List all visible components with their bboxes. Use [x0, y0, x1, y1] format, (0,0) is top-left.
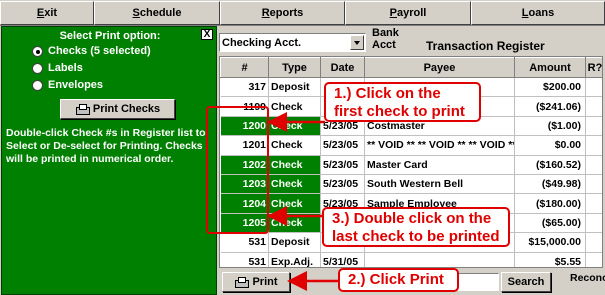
date-cell: 5/23/05 — [320, 155, 365, 175]
amount-cell: ($241.06) — [514, 96, 586, 117]
menu-schedule[interactable]: Schedule — [94, 1, 220, 25]
type-cell: Check — [268, 155, 321, 175]
payee-cell — [364, 252, 515, 267]
check-number-cell[interactable]: 531 — [220, 232, 269, 253]
reconciled-cell — [585, 174, 602, 195]
date-cell: 5/23/05 — [320, 135, 365, 156]
print-options-panel: X Select Print option: Checks (5 selecte… — [1, 26, 217, 295]
reconciled-cell — [585, 96, 602, 117]
payee-cell: South Western Bell — [364, 174, 515, 195]
printer-icon — [234, 277, 250, 288]
register-row[interactable]: 531 Exp.Adj. 5/31/05 $5.55 — [220, 252, 602, 267]
menu-schedule-label: Schedule — [132, 7, 182, 19]
bank-acct-label-line2: Acct — [372, 39, 396, 51]
print-options-title: Select Print option: — [59, 30, 161, 42]
menu-exit-label: Exit — [36, 7, 58, 19]
reconciled-cell — [585, 213, 602, 234]
selected-checks-highlight — [206, 106, 269, 234]
option-checks-label: Checks (5 selected) — [48, 45, 151, 57]
printer-icon — [75, 104, 90, 115]
menu-exit[interactable]: Exit — [0, 1, 94, 25]
radio-checks[interactable] — [32, 45, 43, 57]
callout-step2: 2.) Click Print — [338, 268, 459, 292]
search-button[interactable]: Search — [501, 272, 551, 292]
col-header-date[interactable]: Date — [320, 57, 365, 78]
amount-cell: ($1.00) — [514, 116, 586, 137]
account-select-value: Checking Acct. — [222, 36, 302, 49]
menu-bar: Exit Schedule Reports Payroll Loans — [0, 0, 605, 26]
reconciled-cell — [585, 116, 602, 137]
option-envelopes[interactable]: Envelopes — [32, 79, 103, 91]
date-cell: 5/31/05 — [320, 252, 365, 267]
register-title: Transaction Register — [426, 39, 545, 53]
option-checks[interactable]: Checks (5 selected) — [32, 45, 151, 57]
check-number-cell[interactable]: 317 — [220, 77, 269, 98]
amount-cell: $200.00 — [514, 77, 586, 98]
search-button-label: Search — [507, 276, 545, 288]
reconciled-cell — [585, 252, 602, 267]
option-labels-label: Labels — [48, 62, 83, 74]
reconcile-label: Reconc — [570, 272, 605, 284]
col-header-amount[interactable]: Amount — [514, 57, 586, 78]
date-cell: 5/23/05 — [320, 174, 365, 195]
type-cell: Exp.Adj. — [268, 252, 321, 267]
col-header-payee[interactable]: Payee — [364, 57, 515, 78]
amount-cell: ($160.52) — [514, 155, 586, 175]
menu-payroll[interactable]: Payroll — [345, 1, 471, 25]
search-input[interactable] — [455, 273, 499, 291]
menu-loans-label: Loans — [521, 7, 555, 19]
type-cell: Deposit — [268, 77, 321, 98]
type-cell: Check — [268, 213, 321, 234]
reconciled-cell — [585, 193, 602, 214]
register-row[interactable]: 1203 Check 5/23/05 South Western Bell ($49.9… — [220, 174, 602, 195]
check-number-cell[interactable]: 531 — [220, 252, 269, 267]
register-row[interactable]: 1202 Check 5/23/05 Master Card ($160.52) — [220, 155, 602, 175]
menu-reports-label: Reports — [261, 7, 304, 19]
option-envelopes-label: Envelopes — [48, 79, 104, 91]
col-header-reconciled[interactable]: R? — [585, 57, 602, 78]
menu-loans[interactable]: Loans — [471, 1, 605, 25]
type-cell: Check — [268, 96, 321, 117]
callout-step3: 3.) Double click on the last check to be… — [322, 207, 510, 247]
chevron-down-icon[interactable] — [350, 35, 364, 50]
menu-reports[interactable]: Reports — [220, 1, 345, 25]
amount-cell: $5.55 — [514, 252, 586, 267]
payee-cell: ** VOID ** ** VOID ** ** VOID ** — [364, 135, 515, 156]
bank-acct-label-line1: Bank — [372, 27, 399, 39]
type-cell: Check — [268, 116, 321, 137]
account-select[interactable]: Checking Acct. — [219, 33, 366, 52]
type-cell: Check — [268, 193, 321, 214]
print-help-text: Double-click Check #s in Register list t… — [6, 127, 206, 165]
col-header-type[interactable]: Type — [268, 57, 321, 78]
reconciled-cell — [585, 155, 602, 175]
menu-payroll-label: Payroll — [389, 7, 427, 19]
type-cell: Check — [268, 135, 321, 156]
register-row[interactable]: 1201 Check 5/23/05 ** VOID ** ** VOID ** **… — [220, 135, 602, 156]
bank-acct-label: Bank Acct — [372, 27, 399, 51]
radio-envelopes[interactable] — [32, 79, 43, 91]
print-button[interactable]: Print — [222, 272, 290, 292]
col-header-num[interactable]: # — [220, 57, 269, 78]
option-labels[interactable]: Labels — [32, 62, 83, 74]
amount-cell: ($49.98) — [514, 174, 586, 195]
reconciled-cell — [585, 232, 602, 253]
callout-step1: 1.) Click on the first check to print — [324, 82, 481, 122]
register-header-row: # Type Date Payee Amount R? — [220, 57, 602, 78]
amount-cell: $0.00 — [514, 135, 586, 156]
amount-cell: $15,000.00 — [514, 232, 586, 253]
amount-cell: ($180.00) — [514, 193, 586, 214]
reconciled-cell — [585, 77, 602, 98]
payee-cell: Master Card — [364, 155, 515, 175]
type-cell: Deposit — [268, 232, 321, 253]
print-checks-label: Print Checks — [92, 103, 161, 115]
print-button-label: Print — [252, 276, 278, 288]
radio-labels[interactable] — [32, 62, 43, 74]
amount-cell: ($65.00) — [514, 213, 586, 234]
reconciled-cell — [585, 135, 602, 156]
print-checks-button[interactable]: Print Checks — [60, 99, 175, 119]
type-cell: Check — [268, 174, 321, 195]
